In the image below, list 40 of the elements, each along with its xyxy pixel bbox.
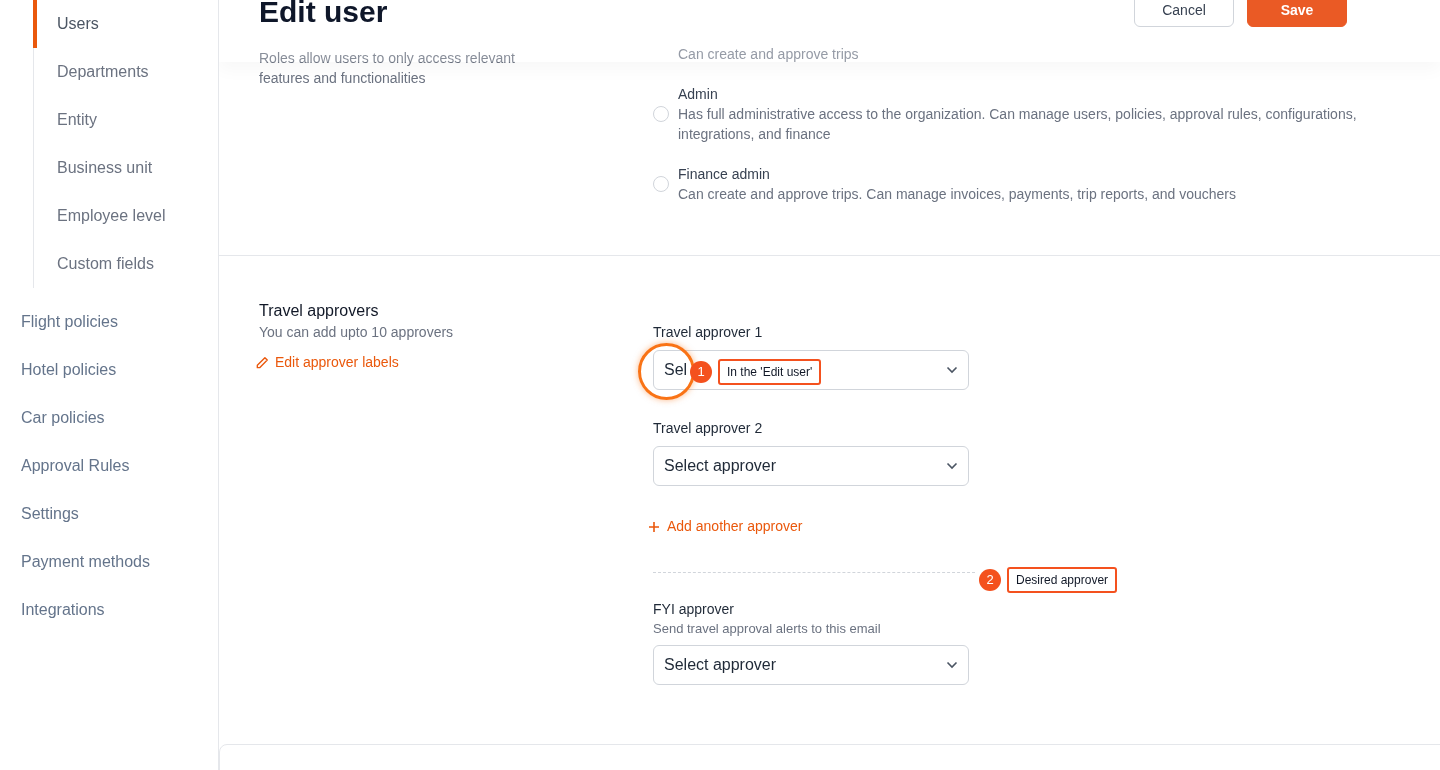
sidebar-item[interactable]: Payment methods: [0, 538, 218, 586]
section-description: You can add upto 10 approvers: [259, 323, 455, 342]
save-button[interactable]: Save: [1247, 0, 1347, 27]
callout-label: In the 'Edit user': [718, 359, 822, 385]
chevron-down-icon: [946, 462, 958, 470]
sidebar-subitem[interactable]: Custom fields: [33, 240, 218, 288]
pencil-icon: [255, 355, 269, 370]
step-badge: 2: [979, 569, 1001, 591]
sidebar-item[interactable]: Integrations: [0, 586, 218, 634]
sidebar-subitem[interactable]: Entity: [33, 96, 218, 144]
chevron-down-icon: [946, 366, 958, 374]
field-label: Travel approver 2: [653, 419, 764, 438]
field-label: FYI approver: [653, 600, 735, 619]
approver-select[interactable]: Select approver: [653, 645, 969, 685]
section-description: Roles allow users to only access relevant features and functionalities: [259, 49, 516, 88]
section-title: Travel approvers: [259, 301, 380, 321]
field-label: Travel approver 1: [653, 323, 764, 342]
callout-label: Desired approver: [1007, 567, 1118, 593]
option-description: Can create and approve trips: [678, 45, 859, 64]
approver-select[interactable]: Select approver: [653, 446, 969, 486]
sidebar-subitem[interactable]: Users: [33, 0, 218, 48]
cancel-button[interactable]: Cancel: [1134, 0, 1234, 27]
sidebar-item[interactable]: Settings: [0, 490, 218, 538]
sidebar-item[interactable]: Approval Rules: [0, 442, 218, 490]
sidebar-item[interactable]: Hotel policies: [0, 346, 218, 394]
sidebar-subitem[interactable]: Departments: [33, 48, 218, 96]
add-approver-link[interactable]: Add another approver: [649, 516, 803, 537]
page-title: Edit user: [259, 0, 388, 30]
sidebar-subitem[interactable]: Business unit: [33, 144, 218, 192]
sidebar-item[interactable]: Car policies: [0, 394, 218, 442]
chevron-down-icon: [946, 661, 958, 669]
option-title: Admin: [678, 85, 719, 104]
option-description: Can create and approve trips. Can manage invoices, payments, trip reports, and vouchers: [678, 185, 1236, 204]
plus-icon: [649, 521, 659, 532]
field-description: Send travel approval alerts to this email: [653, 620, 882, 638]
edit-labels-link[interactable]: Edit approver labels: [255, 352, 653, 373]
sidebar-item[interactable]: Flight policies: [0, 298, 218, 346]
option-description: Has full administrative access to the organization. Can manage users, policies, approval rules, configurations, integrations, and finance: [678, 105, 1358, 144]
option-title: Finance admin: [678, 165, 771, 184]
sidebar-subitem[interactable]: Employee level: [33, 192, 218, 240]
